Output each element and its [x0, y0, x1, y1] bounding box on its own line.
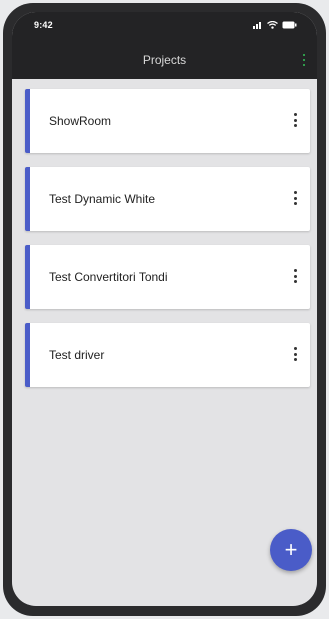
project-list: ShowRoom Test Dynamic White Test Convert…: [25, 89, 310, 401]
more-vert-icon[interactable]: [290, 113, 300, 127]
project-card[interactable]: Test Dynamic White: [25, 167, 310, 231]
project-name: ShowRoom: [49, 114, 112, 128]
app-bar: Projects: [12, 42, 317, 79]
more-vert-icon[interactable]: [290, 347, 300, 361]
more-vert-icon[interactable]: [290, 269, 300, 283]
page-title: Projects: [142, 53, 187, 67]
more-vert-icon[interactable]: [299, 52, 309, 68]
wifi-icon: [267, 21, 278, 29]
more-vert-icon[interactable]: [290, 191, 300, 205]
project-name: Test driver: [49, 348, 105, 362]
project-card[interactable]: Test driver: [25, 323, 310, 387]
signal-icon: [253, 22, 261, 29]
add-project-button[interactable]: +: [270, 529, 312, 571]
app-screen: 9:42 Projects ShowRoom Test Dynamic Whit…: [12, 12, 317, 606]
phone-frame: 9:42 Projects ShowRoom Test Dynamic Whit…: [3, 3, 326, 616]
status-bar: 9:42: [12, 12, 317, 42]
project-name: Test Dynamic White: [49, 192, 156, 206]
add-icon: +: [284, 537, 298, 562]
status-icons: [253, 21, 297, 29]
project-card[interactable]: ShowRoom: [25, 89, 310, 153]
project-card[interactable]: Test Convertitori Tondi: [25, 245, 310, 309]
status-time: 9:42: [34, 20, 53, 30]
project-name: Test Convertitori Tondi: [49, 270, 168, 284]
battery-icon: [282, 21, 297, 29]
